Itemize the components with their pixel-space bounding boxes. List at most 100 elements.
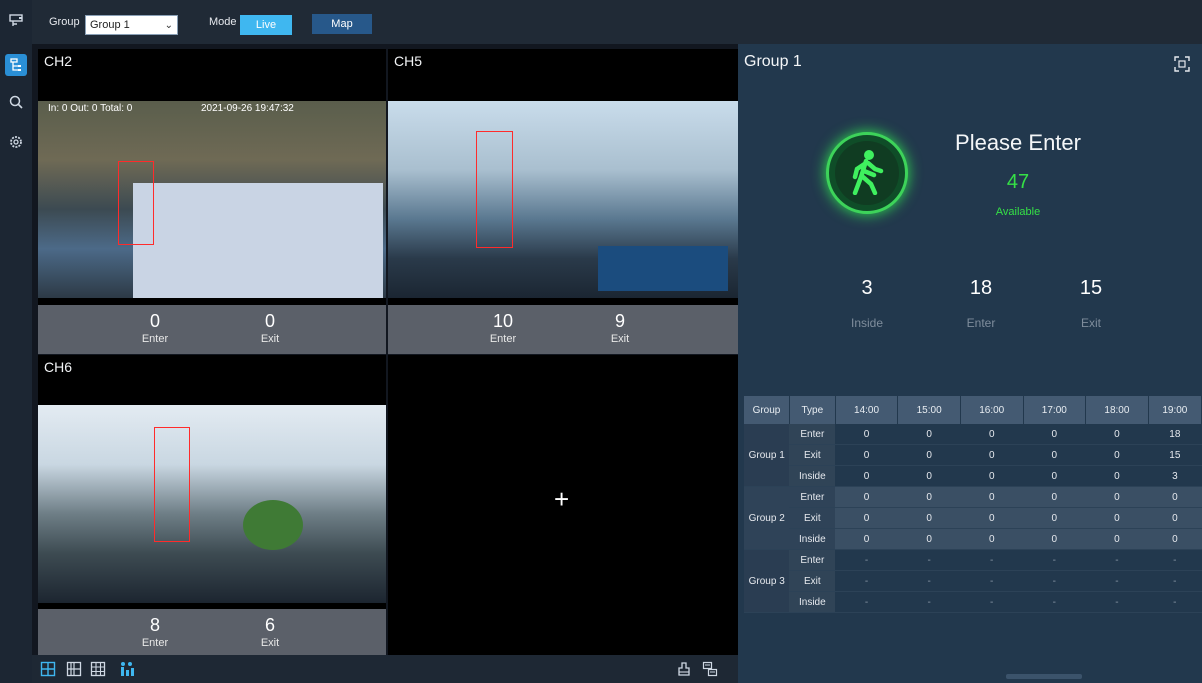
value-cell: - <box>897 549 961 571</box>
value-cell: 0 <box>897 486 961 508</box>
exit-stat: 6 Exit <box>260 615 280 649</box>
channel-tile-ch5[interactable]: CH5 10 Enter 9 Exit <box>388 49 738 354</box>
value-cell: - <box>835 591 898 613</box>
column-header: 18:00 <box>1085 396 1149 424</box>
exit-stat: 9 Exit <box>610 311 630 345</box>
value-cell: 18 <box>1148 424 1202 445</box>
type-cell: Exit <box>789 570 836 592</box>
value-cell: 0 <box>897 465 961 487</box>
value-cell: - <box>1023 570 1086 592</box>
channel-stats: 0 Enter 0 Exit <box>38 305 386 354</box>
value-cell: 0 <box>1085 486 1149 508</box>
value-cell: - <box>835 570 898 592</box>
live-view-icon[interactable] <box>5 10 27 32</box>
video-grid: CH2 In: 0 Out: 0 Total: 0 2021-09-26 19:… <box>32 44 738 655</box>
value-cell: 0 <box>835 424 898 445</box>
panel-title: Group 1 <box>744 53 802 70</box>
column-header: 17:00 <box>1023 396 1087 424</box>
type-cell: Enter <box>789 549 836 571</box>
value-cell: 0 <box>897 507 961 529</box>
search-icon[interactable] <box>5 91 27 113</box>
people-counting-icon[interactable] <box>5 54 27 76</box>
value-cell: - <box>1023 549 1086 571</box>
value-cell: 0 <box>1085 444 1149 466</box>
group-select[interactable]: Group 1 ⌄ <box>85 15 178 35</box>
group-select-value: Group 1 <box>90 19 130 31</box>
table-row: Exit 0 0 0 0 0 0 <box>744 507 1202 529</box>
table-scrollbar[interactable] <box>1006 674 1082 679</box>
value-cell: 0 <box>1023 507 1086 529</box>
value-cell: 3 <box>1148 465 1202 487</box>
osd-timestamp: 2021-09-26 19:47:32 <box>201 103 294 114</box>
value-cell: - <box>1085 570 1149 592</box>
value-cell: 0 <box>1023 424 1086 445</box>
osd-counter: In: 0 Out: 0 Total: 0 <box>48 103 133 114</box>
people-stats-icon[interactable] <box>118 661 134 677</box>
channel-list-icon[interactable] <box>702 661 718 677</box>
value-cell: 0 <box>897 424 961 445</box>
value-cell: 0 <box>960 528 1024 550</box>
group-name-cell: Group 2 <box>744 486 790 550</box>
monitor-screen <box>133 183 383 298</box>
fullscreen-icon[interactable] <box>1174 56 1190 72</box>
channel-title: CH2 <box>44 53 73 69</box>
type-cell: Exit <box>789 444 836 466</box>
plant-object <box>243 500 303 550</box>
value-cell: - <box>960 591 1024 613</box>
value-cell: 0 <box>835 465 898 487</box>
exit-stat: 0 Exit <box>260 311 280 345</box>
add-channel-icon[interactable]: + <box>554 484 569 515</box>
table-row: Exit - - - - - - <box>744 570 1202 592</box>
group-name-cell: Group 3 <box>744 549 790 613</box>
type-cell: Inside <box>789 465 836 487</box>
column-header: 19:00 <box>1148 396 1202 424</box>
chevron-down-icon: ⌄ <box>164 20 173 31</box>
value-cell: - <box>1148 591 1202 613</box>
value-cell: 0 <box>1148 528 1202 550</box>
enter-stat: 0 Enter <box>141 311 169 345</box>
value-cell: 0 <box>835 444 898 466</box>
table-row: Group 3 Enter - - - - - - <box>744 549 1202 613</box>
value-cell: 0 <box>1085 528 1149 550</box>
layout-1x1-icon[interactable] <box>40 661 56 677</box>
table-row: Inside 0 0 0 0 0 3 <box>744 465 1202 487</box>
mode-label: Mode <box>209 16 237 28</box>
type-cell: Inside <box>789 591 836 613</box>
settings-icon[interactable] <box>5 131 27 153</box>
value-cell: - <box>1023 591 1086 613</box>
value-cell: - <box>1148 549 1202 571</box>
walking-person-icon <box>826 132 908 214</box>
group-label: Group <box>49 16 80 28</box>
exit-stat: 15 Exit <box>1079 277 1103 330</box>
value-cell: 0 <box>1148 507 1202 529</box>
channel-tile-ch2[interactable]: CH2 In: 0 Out: 0 Total: 0 2021-09-26 19:… <box>38 49 386 354</box>
value-cell: 0 <box>960 465 1024 487</box>
layout-3x3-icon[interactable] <box>90 661 106 677</box>
mode-map-button[interactable]: Map <box>312 14 372 34</box>
value-cell: - <box>897 570 961 592</box>
value-cell: 0 <box>960 486 1024 508</box>
group-status-panel: Group 1 Please Enter 47 Available 3 Insid… <box>738 44 1202 683</box>
layout-2x2-icon[interactable] <box>66 661 82 677</box>
sidebar <box>0 0 32 683</box>
value-cell: 0 <box>835 528 898 550</box>
value-cell: 15 <box>1148 444 1202 466</box>
available-count: 47 <box>1006 171 1030 193</box>
inside-stat: 3 Inside <box>850 277 884 330</box>
bottom-toolbar <box>32 655 738 683</box>
value-cell: - <box>1148 570 1202 592</box>
value-cell: - <box>897 591 961 613</box>
value-cell: - <box>960 570 1024 592</box>
value-cell: 0 <box>1085 424 1149 445</box>
detection-box <box>154 427 190 542</box>
value-cell: - <box>960 549 1024 571</box>
value-cell: 0 <box>1148 486 1202 508</box>
channel-title: CH6 <box>44 359 73 375</box>
mode-live-button[interactable]: Live <box>240 15 292 35</box>
enter-stat: 10 Enter <box>489 311 517 345</box>
column-header: Group <box>744 396 790 424</box>
value-cell: 0 <box>1085 507 1149 529</box>
clear-icon[interactable] <box>676 661 692 677</box>
channel-title: CH5 <box>394 53 423 69</box>
channel-tile-ch6[interactable]: CH6 8 Enter 6 Exit <box>38 355 386 655</box>
